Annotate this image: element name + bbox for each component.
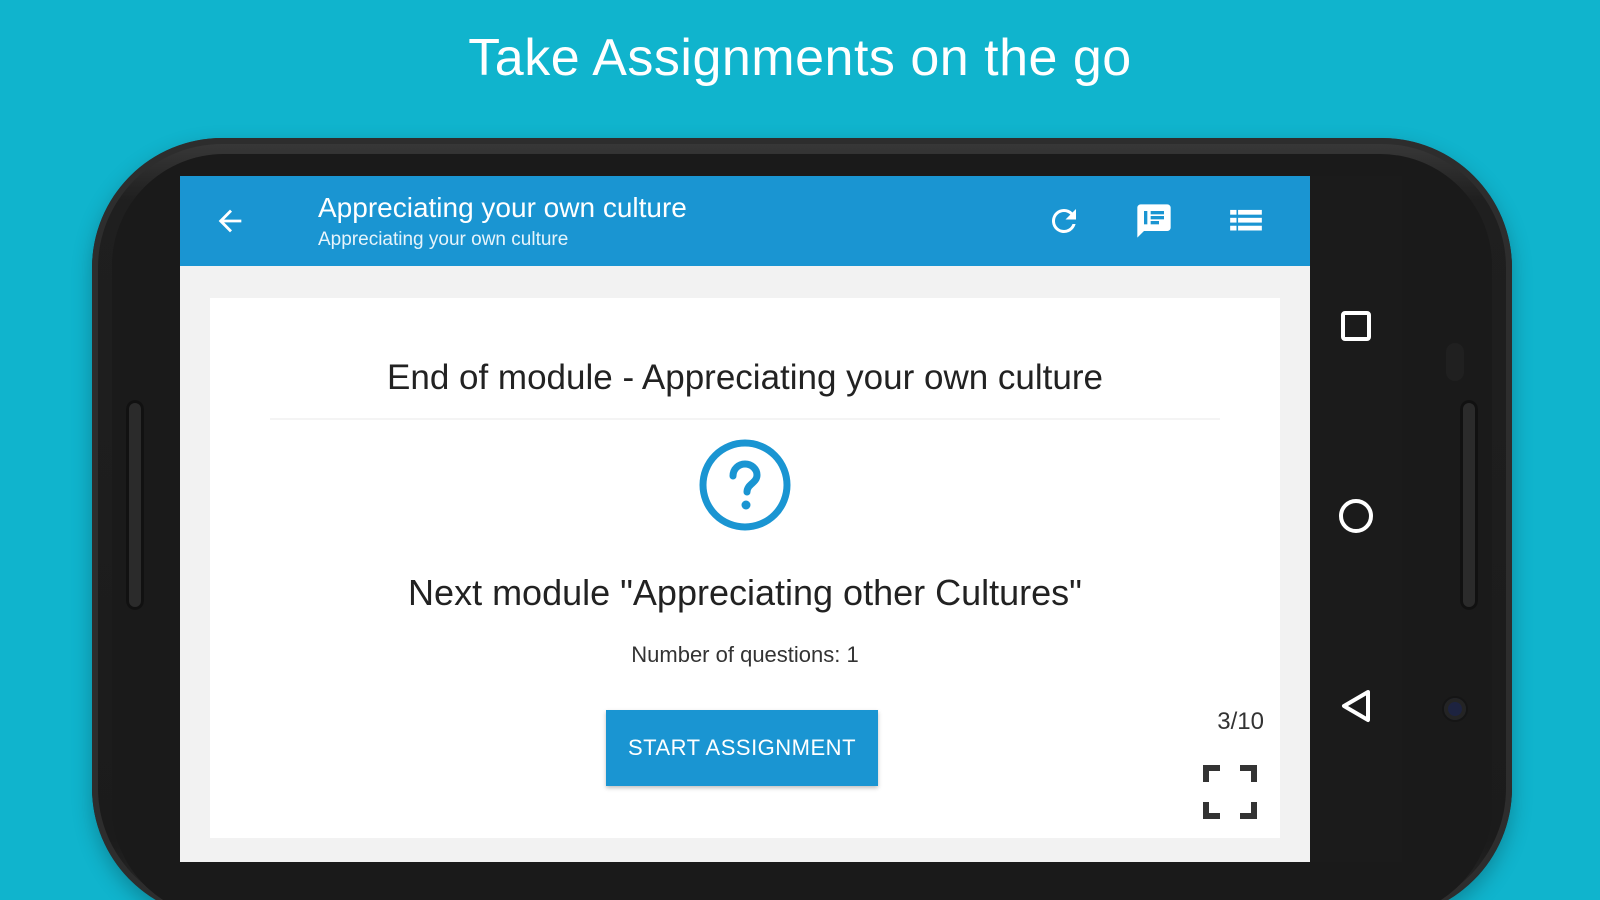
title-divider [270, 418, 1220, 420]
speaker-grille-right [1460, 400, 1478, 610]
front-camera [1444, 698, 1466, 720]
next-module-text: Next module "Appreciating other Cultures… [408, 572, 1082, 613]
refresh-button[interactable] [1042, 199, 1086, 243]
back-triangle-icon [1342, 690, 1370, 722]
promo-headline: Take Assignments on the go [468, 29, 1132, 87]
app-bar-titles: Appreciating your own culture Appreciati… [318, 190, 687, 252]
feedback-icon [1137, 204, 1171, 238]
speaker-grille-left [126, 400, 144, 610]
proximity-sensor [1446, 343, 1464, 381]
home-icon [1339, 499, 1373, 533]
fullscreen-button[interactable] [1202, 764, 1258, 820]
arrow-back-icon [218, 209, 242, 233]
question-circle-icon [699, 439, 791, 531]
page-title: Appreciating your own culture [318, 192, 687, 223]
page-indicator: 3/10 [1217, 708, 1264, 735]
back-button[interactable] [210, 201, 250, 241]
fullscreen-icon [1203, 765, 1257, 819]
start-assignment-button[interactable]: START ASSIGNMENT [606, 710, 878, 786]
questions-count: Number of questions: 1 [631, 642, 859, 667]
feedback-button[interactable] [1132, 199, 1176, 243]
phone-screen: Appreciating your own culture Appreciati… [180, 176, 1310, 862]
list-icon [1230, 209, 1262, 231]
system-nav-bar [1310, 176, 1402, 862]
end-module-title: End of module - Appreciating your own cu… [387, 358, 1103, 397]
recents-icon [1341, 311, 1371, 341]
app-bar: Appreciating your own culture Appreciati… [180, 176, 1310, 266]
refresh-icon [1051, 208, 1076, 233]
home-button[interactable] [1336, 496, 1376, 536]
module-card: End of module - Appreciating your own cu… [210, 298, 1280, 838]
system-back-button[interactable] [1336, 686, 1376, 726]
page-subtitle: Appreciating your own culture [318, 229, 569, 250]
list-button[interactable] [1224, 199, 1268, 243]
recents-button[interactable] [1336, 306, 1376, 346]
